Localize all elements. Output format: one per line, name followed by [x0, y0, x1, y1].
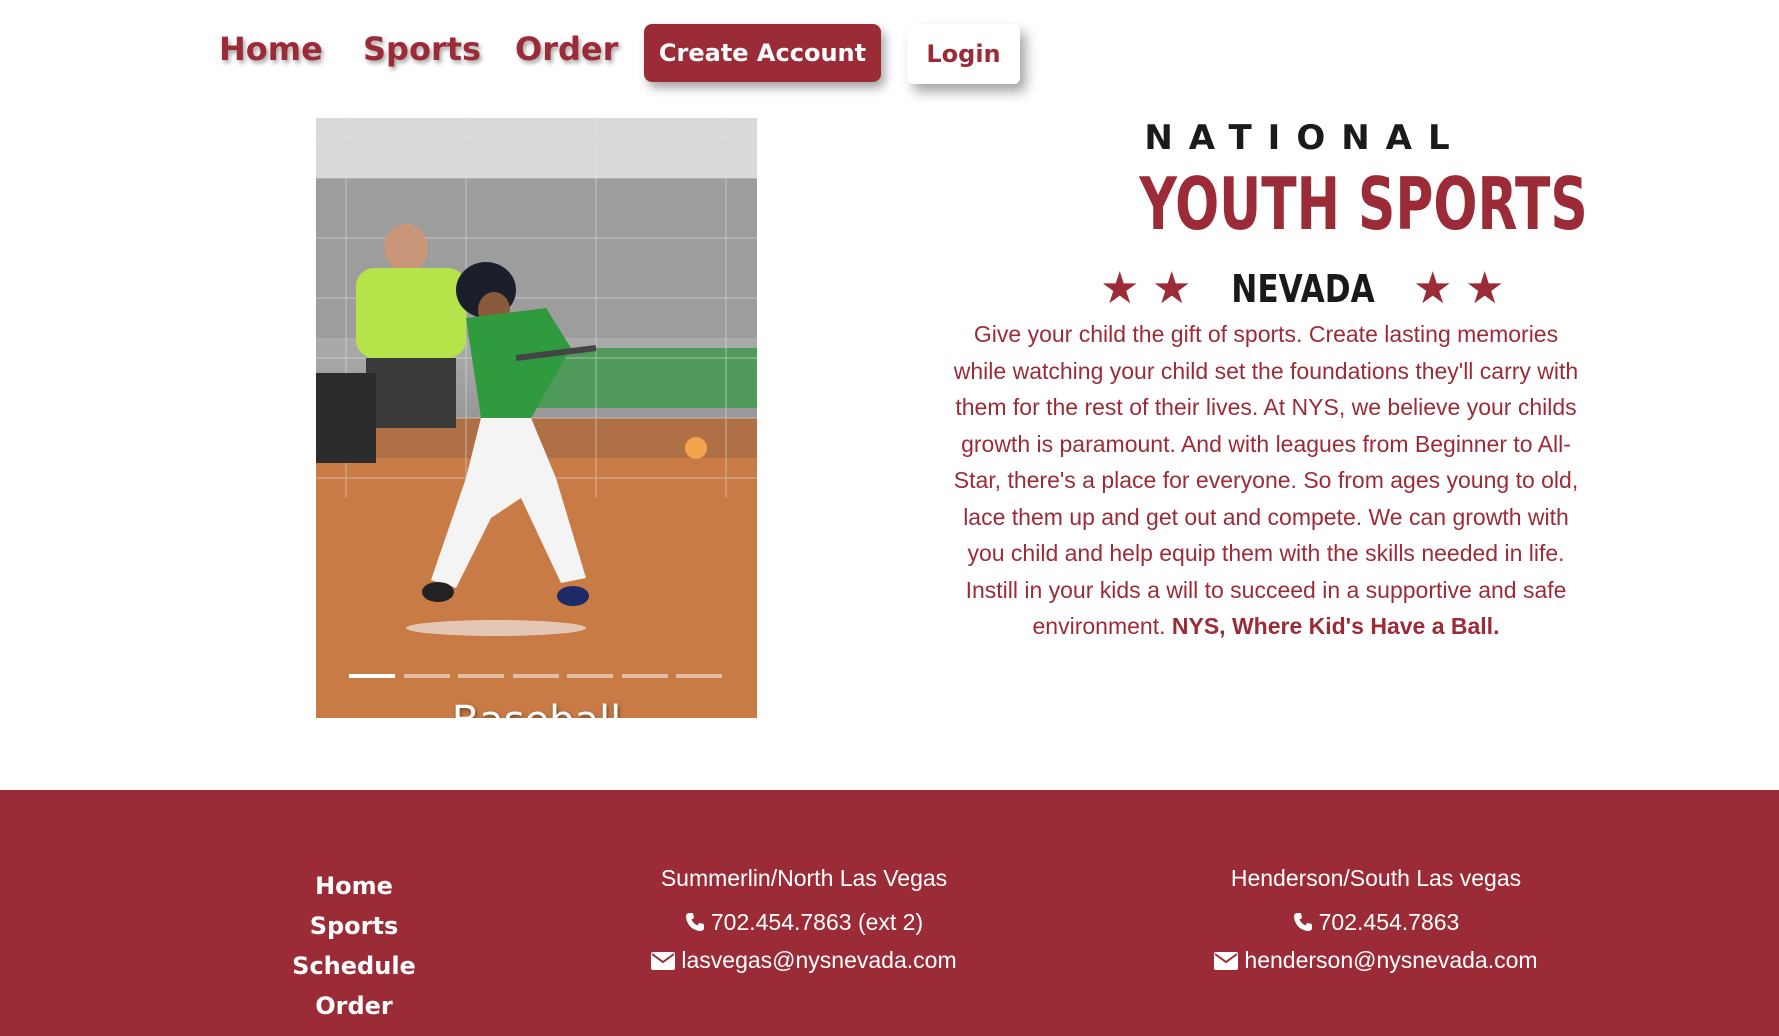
nav-home-link[interactable]: Home	[219, 30, 323, 68]
footer-link-schedule[interactable]: Schedule	[234, 946, 474, 986]
phone-icon	[1293, 906, 1313, 942]
footer-link-sports[interactable]: Sports	[234, 906, 474, 946]
envelope-icon	[1214, 944, 1239, 980]
office-phone-number[interactable]: 702.454.7863 (ext 2)	[711, 909, 923, 935]
logo-nevada-row: ★ ★ NEVADA ★ ★	[1075, 264, 1535, 314]
carousel-indicator[interactable]	[403, 674, 450, 678]
envelope-icon	[651, 944, 676, 980]
sports-carousel[interactable]: Baseball	[316, 118, 757, 718]
logo-nevada-text: NEVADA	[1231, 267, 1375, 311]
intro-text: Give your child the gift of sports. Crea…	[953, 321, 1579, 639]
footer-link-home[interactable]: Home	[234, 866, 474, 906]
phone-icon	[685, 906, 705, 942]
carousel-indicator[interactable]	[512, 674, 559, 678]
carousel-indicator[interactable]	[567, 674, 613, 678]
carousel-indicator[interactable]	[621, 674, 668, 678]
office-email-link[interactable]: henderson@nysnevada.com	[1244, 947, 1537, 973]
office-henderson: Henderson/South Las vegas 702.454.7863 h…	[1176, 860, 1576, 980]
office-title: Summerlin/North Las Vegas	[660, 865, 948, 891]
star-icon: ★	[1465, 263, 1505, 314]
login-button[interactable]: Login	[907, 24, 1020, 84]
office-phone: 702.454.7863 (ext 2)	[604, 904, 1004, 942]
nys-logo: NATIONAL YOUTH SPORTS ★ ★ NEVADA ★ ★	[1075, 118, 1588, 318]
create-account-button[interactable]: Create Account	[644, 24, 881, 82]
intro-tagline: NYS, Where Kid's Have a Ball.	[1171, 613, 1500, 639]
office-title: Henderson/South Las vegas	[1230, 865, 1522, 891]
carousel-indicators	[349, 674, 729, 680]
office-summerlin: Summerlin/North Las Vegas 702.454.7863 (…	[604, 860, 1004, 980]
office-email-link[interactable]: lasvegas@nysnevada.com	[681, 947, 956, 973]
carousel-indicator[interactable]	[458, 674, 504, 678]
logo-national-text: NATIONAL	[1144, 118, 1466, 158]
office-email: lasvegas@nysnevada.com	[604, 942, 1004, 980]
star-icon: ★	[1100, 263, 1140, 314]
office-email: henderson@nysnevada.com	[1176, 942, 1576, 980]
carousel-slide-image	[316, 118, 757, 718]
nav-order-link[interactable]: Order	[515, 30, 618, 68]
footer: Home Sports Schedule Order Summerlin/Nor…	[0, 790, 1779, 1036]
footer-nav: Home Sports Schedule Order	[234, 866, 474, 1026]
star-icon: ★	[1413, 263, 1453, 314]
carousel-indicator[interactable]	[349, 674, 395, 678]
office-phone-number[interactable]: 702.454.7863	[1319, 909, 1460, 935]
office-phone: 702.454.7863	[1176, 904, 1576, 942]
nav-sports-link[interactable]: Sports	[363, 30, 481, 68]
star-icon: ★	[1152, 263, 1192, 314]
carousel-caption: Baseball	[316, 698, 757, 718]
carousel-indicator[interactable]	[676, 674, 722, 678]
footer-link-order[interactable]: Order	[234, 986, 474, 1026]
logo-youth-sports-text: YOUTH SPORTS	[1139, 162, 1588, 246]
intro-paragraph: Give your child the gift of sports. Crea…	[946, 316, 1586, 645]
top-nav: Home Sports Order Create Account Login	[0, 0, 1779, 100]
